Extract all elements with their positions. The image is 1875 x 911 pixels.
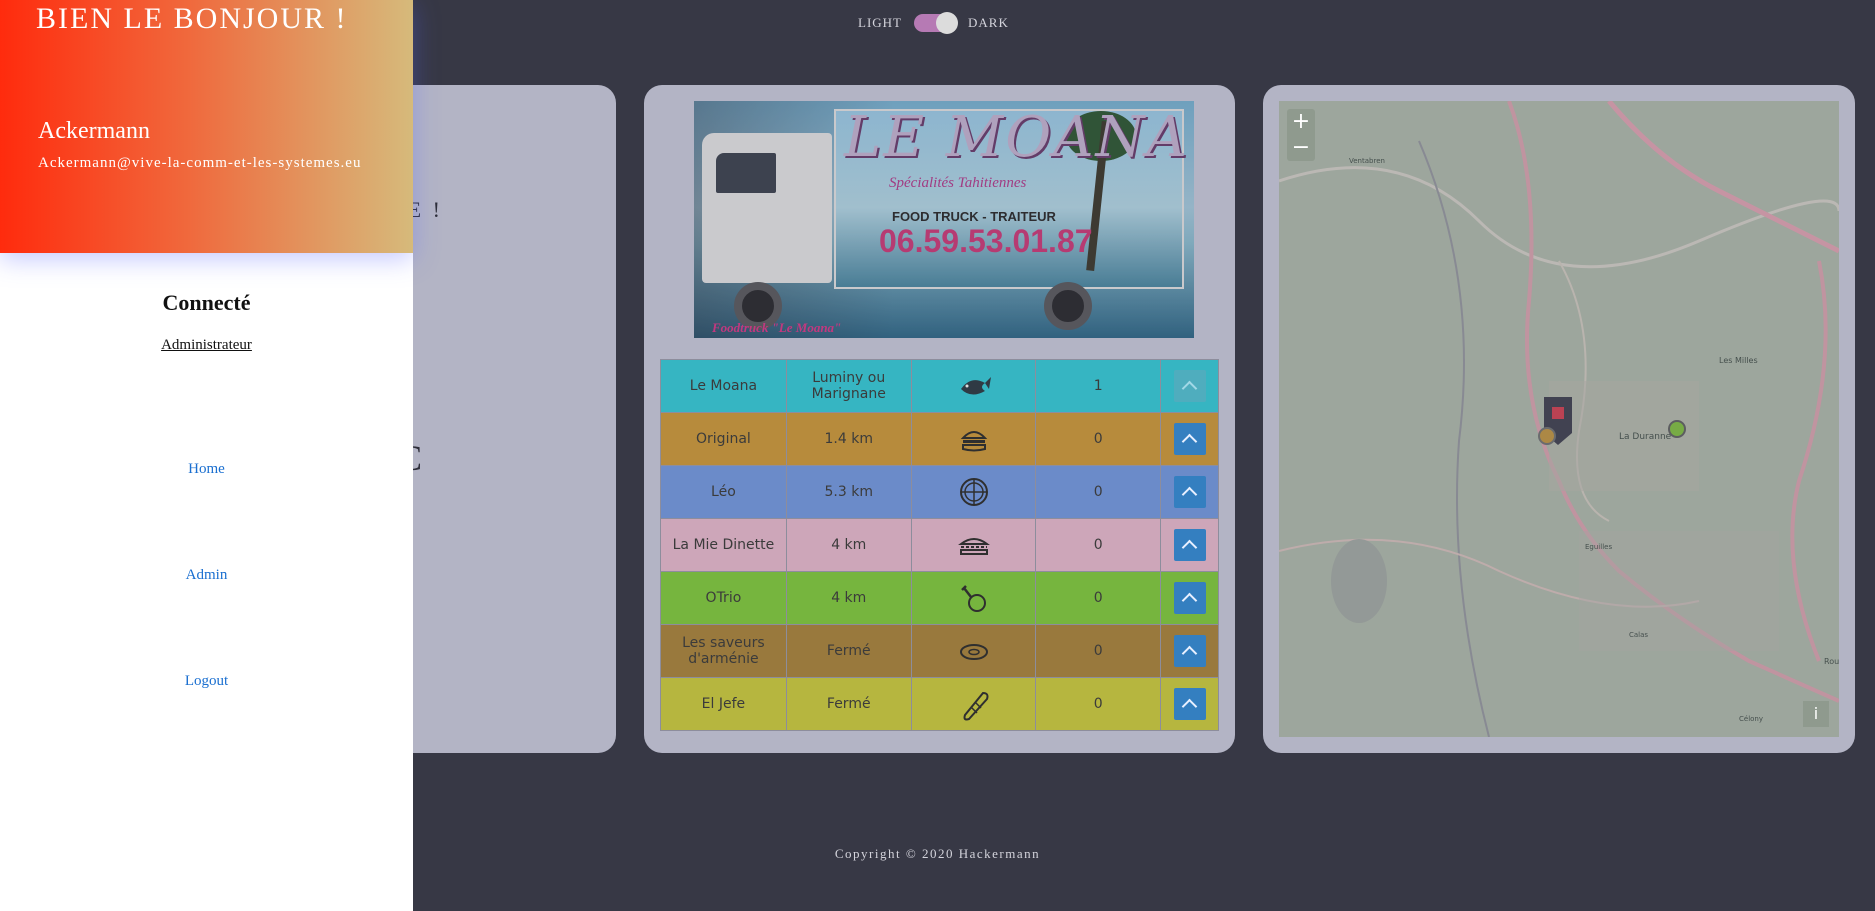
- greeting-title: BIEN LE BONJOUR !: [36, 2, 348, 35]
- upvote-button[interactable]: [1173, 423, 1206, 455]
- foodtruck-distance: Fermé: [785, 624, 912, 678]
- vote-cell: [1160, 624, 1219, 678]
- footer: Copyright © 2020 Hackermann: [0, 846, 1875, 862]
- table-row: OTrio 4 km 0: [660, 571, 1219, 625]
- table-row: El Jefe Fermé 0: [660, 677, 1219, 731]
- foodtruck-name: Le Moana: [660, 359, 787, 413]
- zoom-control: + −: [1287, 109, 1315, 161]
- vote-cell: [1160, 412, 1219, 466]
- vote-count: 0: [1035, 571, 1162, 625]
- chicken-leg-icon: [960, 585, 986, 612]
- nav-admin[interactable]: Admin: [0, 567, 413, 584]
- user-email: Ackermann@vive-la-comm-et-les-systemes.e…: [38, 155, 362, 171]
- vote-cell: [1160, 465, 1219, 519]
- vote-count: 0: [1035, 624, 1162, 678]
- info-button[interactable]: i: [1803, 701, 1829, 727]
- dish-icon: [959, 644, 988, 660]
- upvote-button[interactable]: [1173, 635, 1206, 667]
- foodtruck-distance: 5.3 km: [785, 465, 912, 519]
- image-caption: Foodtruck "Le Moana": [712, 320, 842, 335]
- sidebar: BIEN LE BONJOUR ! Ackermann Ackermann@vi…: [0, 0, 413, 911]
- burrito-icon: [963, 691, 989, 721]
- foodtruck-name: La Mie Dinette: [660, 518, 787, 572]
- nav-home[interactable]: Home: [0, 461, 413, 478]
- vote-cell: [1160, 359, 1219, 413]
- map-panel: La Duranne Les Milles Eguilles Ventabren…: [1263, 85, 1855, 753]
- zoom-in-button[interactable]: +: [1287, 109, 1315, 135]
- table-row: Original 1.4 km 0: [660, 412, 1219, 466]
- table-row: Léo 5.3 km 0: [660, 465, 1219, 519]
- theme-toggle: LIGHT DARK: [858, 12, 1009, 34]
- table-row: La Mie Dinette 4 km 0: [660, 518, 1219, 572]
- foodtruck-icon-cell: [910, 677, 1037, 731]
- foodtruck-distance: Fermé: [785, 677, 912, 731]
- foodtruck-icon-cell: [910, 465, 1037, 519]
- foodtruck-distance: Luminy ou Marignane: [785, 359, 912, 413]
- login-status: Connecté: [162, 290, 251, 315]
- upvote-button[interactable]: [1173, 476, 1206, 508]
- dark-label: DARK: [968, 15, 1009, 30]
- vote-count: 1: [1035, 359, 1162, 413]
- vote-cell: [1160, 571, 1219, 625]
- map[interactable]: La Duranne Les Milles Eguilles Ventabren…: [1279, 101, 1839, 737]
- vote-count: 0: [1035, 412, 1162, 466]
- table-row: Le Moana Luminy ou Marignane 1: [660, 359, 1219, 413]
- burger-icon: [960, 431, 987, 452]
- upvote-button[interactable]: [1173, 529, 1206, 561]
- foodtruck-name: El Jefe: [660, 677, 787, 731]
- foodtruck-icon-cell: [910, 624, 1037, 678]
- user-name: Ackermann: [38, 118, 150, 144]
- role-link[interactable]: Administrateur: [0, 337, 413, 354]
- foodtruck-icon-cell: [910, 518, 1037, 572]
- fish-icon: [960, 377, 991, 395]
- foodtruck-distance: 1.4 km: [785, 412, 912, 466]
- sandwich-icon: [957, 538, 990, 555]
- upvote-button[interactable]: [1173, 582, 1206, 614]
- foodtruck-distance: 4 km: [785, 518, 912, 572]
- light-label: LIGHT: [858, 15, 902, 30]
- upvote-button[interactable]: [1173, 370, 1206, 402]
- theme-switch[interactable]: [914, 12, 958, 34]
- vote-cell: [1160, 518, 1219, 572]
- foodtruck-image: LE MOANA Spécialités Tahitiennes FOOD TR…: [694, 101, 1194, 338]
- foodtruck-icon-cell: [910, 359, 1037, 413]
- nav-logout[interactable]: Logout: [0, 673, 413, 690]
- vote-cell: [1160, 677, 1219, 731]
- vote-count: 0: [1035, 518, 1162, 572]
- table-row: Les saveurs d'arménie Fermé 0: [660, 624, 1219, 678]
- foodtruck-distance: 4 km: [785, 571, 912, 625]
- foodtruck-panel: LE MOANA Spécialités Tahitiennes FOOD TR…: [644, 85, 1235, 753]
- foodtruck-name: OTrio: [660, 571, 787, 625]
- switch-knob: [936, 12, 958, 34]
- upvote-button[interactable]: [1173, 688, 1206, 720]
- foodtruck-icon-cell: [910, 412, 1037, 466]
- vote-count: 0: [1035, 465, 1162, 519]
- sidebar-header: BIEN LE BONJOUR ! Ackermann Ackermann@vi…: [0, 0, 413, 253]
- foodtruck-name: Les saveurs d'arménie: [660, 624, 787, 678]
- zoom-out-button[interactable]: −: [1287, 135, 1315, 161]
- map-tiles: La Duranne Les Milles Eguilles Ventabren…: [1279, 101, 1839, 737]
- foodtruck-name: Original: [660, 412, 787, 466]
- foodtruck-table: Le Moana Luminy ou Marignane 1 Original 1.4 …: [660, 359, 1219, 731]
- copyright-text: Copyright © 2020 Hackermann: [834, 846, 1041, 861]
- pizza-icon: [959, 478, 988, 506]
- foodtruck-icon-cell: [910, 571, 1037, 625]
- vote-count: 0: [1035, 677, 1162, 731]
- foodtruck-name: Léo: [660, 465, 787, 519]
